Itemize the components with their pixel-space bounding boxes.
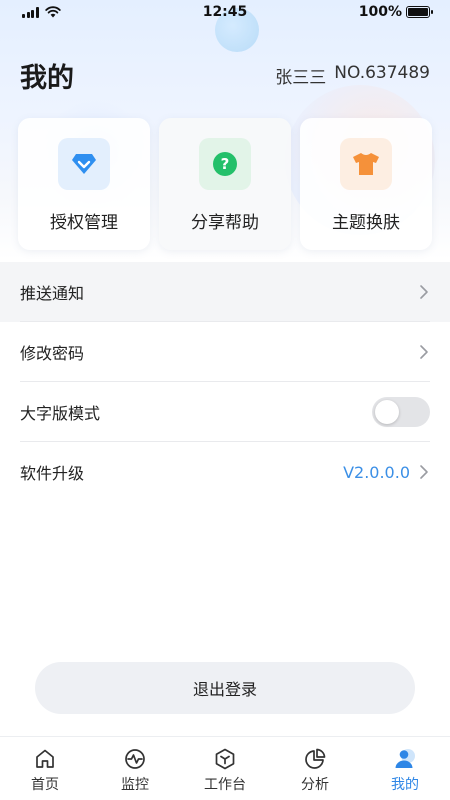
tab-analysis[interactable]: 分析 <box>270 737 360 800</box>
card-theme[interactable]: 主题换肤 <box>300 118 432 250</box>
page-title: 我的 <box>20 63 74 94</box>
user-number: NO.637489 <box>334 63 430 83</box>
tab-home[interactable]: 首页 <box>0 737 90 800</box>
user-name: 张三三 <box>275 68 327 88</box>
tab-monitor[interactable]: 监控 <box>90 737 180 800</box>
menu-software-upgrade[interactable]: 软件升级 V2.0.0.0 <box>0 442 450 502</box>
status-bar: 12:45 100% <box>0 0 450 26</box>
logout-button[interactable]: 退出登录 <box>35 662 415 714</box>
diamond-icon <box>58 138 110 190</box>
toggle-knob <box>375 400 399 424</box>
menu-label: 大字版模式 <box>20 404 101 423</box>
user-info: 张三三 NO.637489 <box>275 63 430 88</box>
tshirt-icon <box>340 138 392 190</box>
card-label: 分享帮助 <box>191 213 259 233</box>
menu-label: 推送通知 <box>20 284 85 303</box>
tab-label: 我的 <box>391 777 419 793</box>
tab-mine[interactable]: 我的 <box>360 737 450 800</box>
battery-percent: 100% <box>358 4 402 20</box>
question-icon: ? <box>199 138 251 190</box>
tab-workbench[interactable]: 工作台 <box>180 737 270 800</box>
tab-label: 工作台 <box>204 777 246 793</box>
version-text: V2.0.0.0 <box>343 462 410 482</box>
large-font-toggle[interactable] <box>372 397 430 427</box>
chevron-right-icon <box>420 285 428 299</box>
card-authorization[interactable]: 授权管理 <box>18 118 150 250</box>
menu-push-notification[interactable]: 推送通知 <box>0 262 450 322</box>
card-share-help[interactable]: ? 分享帮助 <box>159 118 291 250</box>
cube-icon <box>215 748 235 770</box>
tab-label: 监控 <box>121 777 149 793</box>
tab-bar: 首页 监控 工作台 分析 我的 <box>0 736 450 800</box>
tab-label: 分析 <box>301 777 329 793</box>
chevron-right-icon <box>420 345 428 359</box>
chevron-right-icon <box>420 465 428 479</box>
pulse-icon <box>125 749 145 769</box>
menu-label: 软件升级 <box>20 464 85 483</box>
tab-label: 首页 <box>31 777 59 793</box>
svg-text:?: ? <box>221 155 230 173</box>
user-icon <box>395 749 415 768</box>
home-icon <box>36 749 54 768</box>
card-label: 主题换肤 <box>332 213 400 233</box>
settings-menu: 推送通知 修改密码 大字版模式 软件升级 V2.0.0.0 <box>0 262 450 502</box>
menu-large-font-mode: 大字版模式 <box>0 382 450 442</box>
battery-icon <box>406 6 433 18</box>
menu-label: 修改密码 <box>20 344 85 363</box>
menu-change-password[interactable]: 修改密码 <box>0 322 450 382</box>
card-label: 授权管理 <box>50 213 118 233</box>
pie-chart-icon <box>305 748 326 769</box>
shortcut-cards: 授权管理 ? 分享帮助 主题换肤 <box>18 118 432 250</box>
